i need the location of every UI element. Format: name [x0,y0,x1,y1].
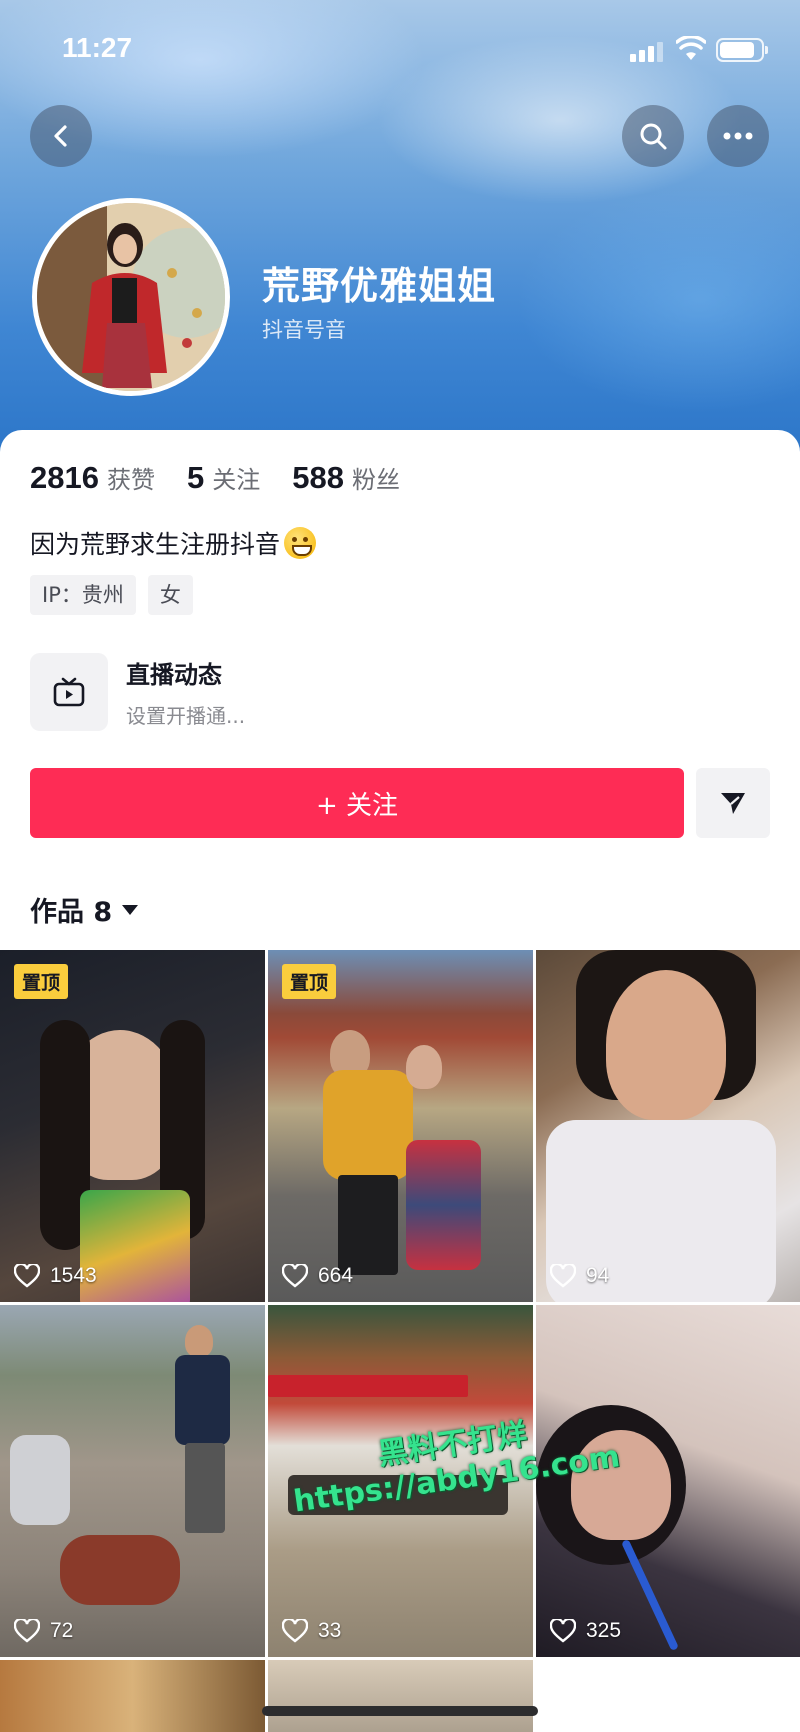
followers-label: 粉丝 [351,466,400,494]
tile-lanyard [621,1538,679,1652]
bio-text: 因为荒野求生注册抖音 [30,530,281,559]
tile-banner [268,1375,468,1397]
likes-count: 33 [318,1619,342,1642]
tile-food [60,1535,180,1605]
video-likes: 664 [282,1264,353,1288]
tile-person [185,1325,213,1357]
tile-jacket [323,1070,413,1180]
pinned-badge: 置顶 [282,964,337,999]
likes-count: 94 [586,1264,610,1287]
video-tile[interactable]: 325 [536,1305,800,1657]
live-icon-box [30,653,108,731]
pinned-badge: 置顶 [14,964,69,999]
send-arrow-icon [721,793,745,814]
tile-skirt [406,1140,481,1270]
stats-row: 2816 获赞 5 关注 588 粉丝 [30,460,432,496]
likes-count: 2816 [30,460,99,495]
live-updates-entry[interactable]: 直播动态 设置开播通... [30,652,770,732]
grin-emoji-icon [284,527,317,559]
tag-ip: IP：贵州 [30,575,136,615]
stat-following[interactable]: 5 关注 [187,460,260,496]
video-tile[interactable]: 置顶 664 [268,950,533,1302]
video-likes: 325 [550,1619,621,1643]
live-title: 直播动态 [126,661,222,689]
likes-count: 1543 [50,1264,97,1287]
search-icon [640,123,667,150]
avatar-photo [37,203,225,391]
video-tile[interactable]: 72 [0,1305,265,1657]
works-tab[interactable]: 作品 8 [30,890,139,929]
avatar[interactable] [32,198,230,396]
back-button[interactable] [30,105,92,167]
video-likes: 33 [282,1619,341,1643]
home-indicator[interactable] [262,1706,538,1716]
likes-label: 获赞 [106,466,155,494]
more-button[interactable] [707,105,769,167]
bio: 因为荒野求生注册抖音 [30,525,317,561]
caret-down-icon [122,904,139,915]
douyin-id[interactable]: 抖音号音 [262,314,346,344]
video-tile[interactable]: 94 [536,950,800,1302]
video-tile[interactable] [268,1660,533,1732]
tile-shirt [175,1355,230,1445]
works-label: 作品 8 [30,897,113,928]
video-tile[interactable] [0,1660,265,1732]
likes-count: 664 [318,1264,354,1287]
heart-icon [14,1619,40,1643]
battery-icon [716,38,768,62]
following-count: 5 [186,460,205,495]
video-likes: 1543 [14,1264,97,1288]
heart-icon [14,1264,40,1288]
follow-button[interactable]: + 关注 [30,768,684,838]
live-subtitle: 设置开播通... [126,704,246,728]
chevron-left-icon [54,125,67,147]
stat-followers[interactable]: 588 粉丝 [292,460,400,496]
search-button[interactable] [622,105,684,167]
tile-person [606,970,726,1120]
heart-icon [282,1264,308,1288]
more-dots-icon [723,132,753,140]
profile-banner: 11:27 荒野优雅姐姐 抖音号音 [0,0,800,470]
tile-person [10,1435,70,1525]
tv-live-icon [53,677,85,707]
wifi-icon [676,36,706,60]
likes-count: 325 [586,1619,622,1642]
profile-tags: IP：贵州 女 [30,575,205,615]
display-name: 荒野优雅姐姐 [262,264,497,308]
live-text: 直播动态 设置开播通... [126,655,245,729]
status-time: 11:27 [62,32,133,63]
following-label: 关注 [212,466,261,494]
video-tile[interactable]: 置顶 1543 [0,950,265,1302]
likes-count: 72 [50,1619,74,1642]
heart-icon [550,1619,576,1643]
video-likes: 72 [14,1619,73,1643]
tile-pants [338,1175,398,1275]
share-button[interactable] [696,768,770,838]
tile-person [406,1045,442,1089]
video-likes: 94 [550,1264,609,1288]
heart-icon [282,1619,308,1643]
stat-likes[interactable]: 2816 获赞 [30,460,155,496]
heart-icon [550,1264,576,1288]
status-bar: 11:27 [0,30,800,70]
tag-gender: 女 [147,575,193,615]
followers-count: 588 [292,460,344,495]
tile-pants [185,1443,225,1533]
signal-icon [630,40,664,62]
